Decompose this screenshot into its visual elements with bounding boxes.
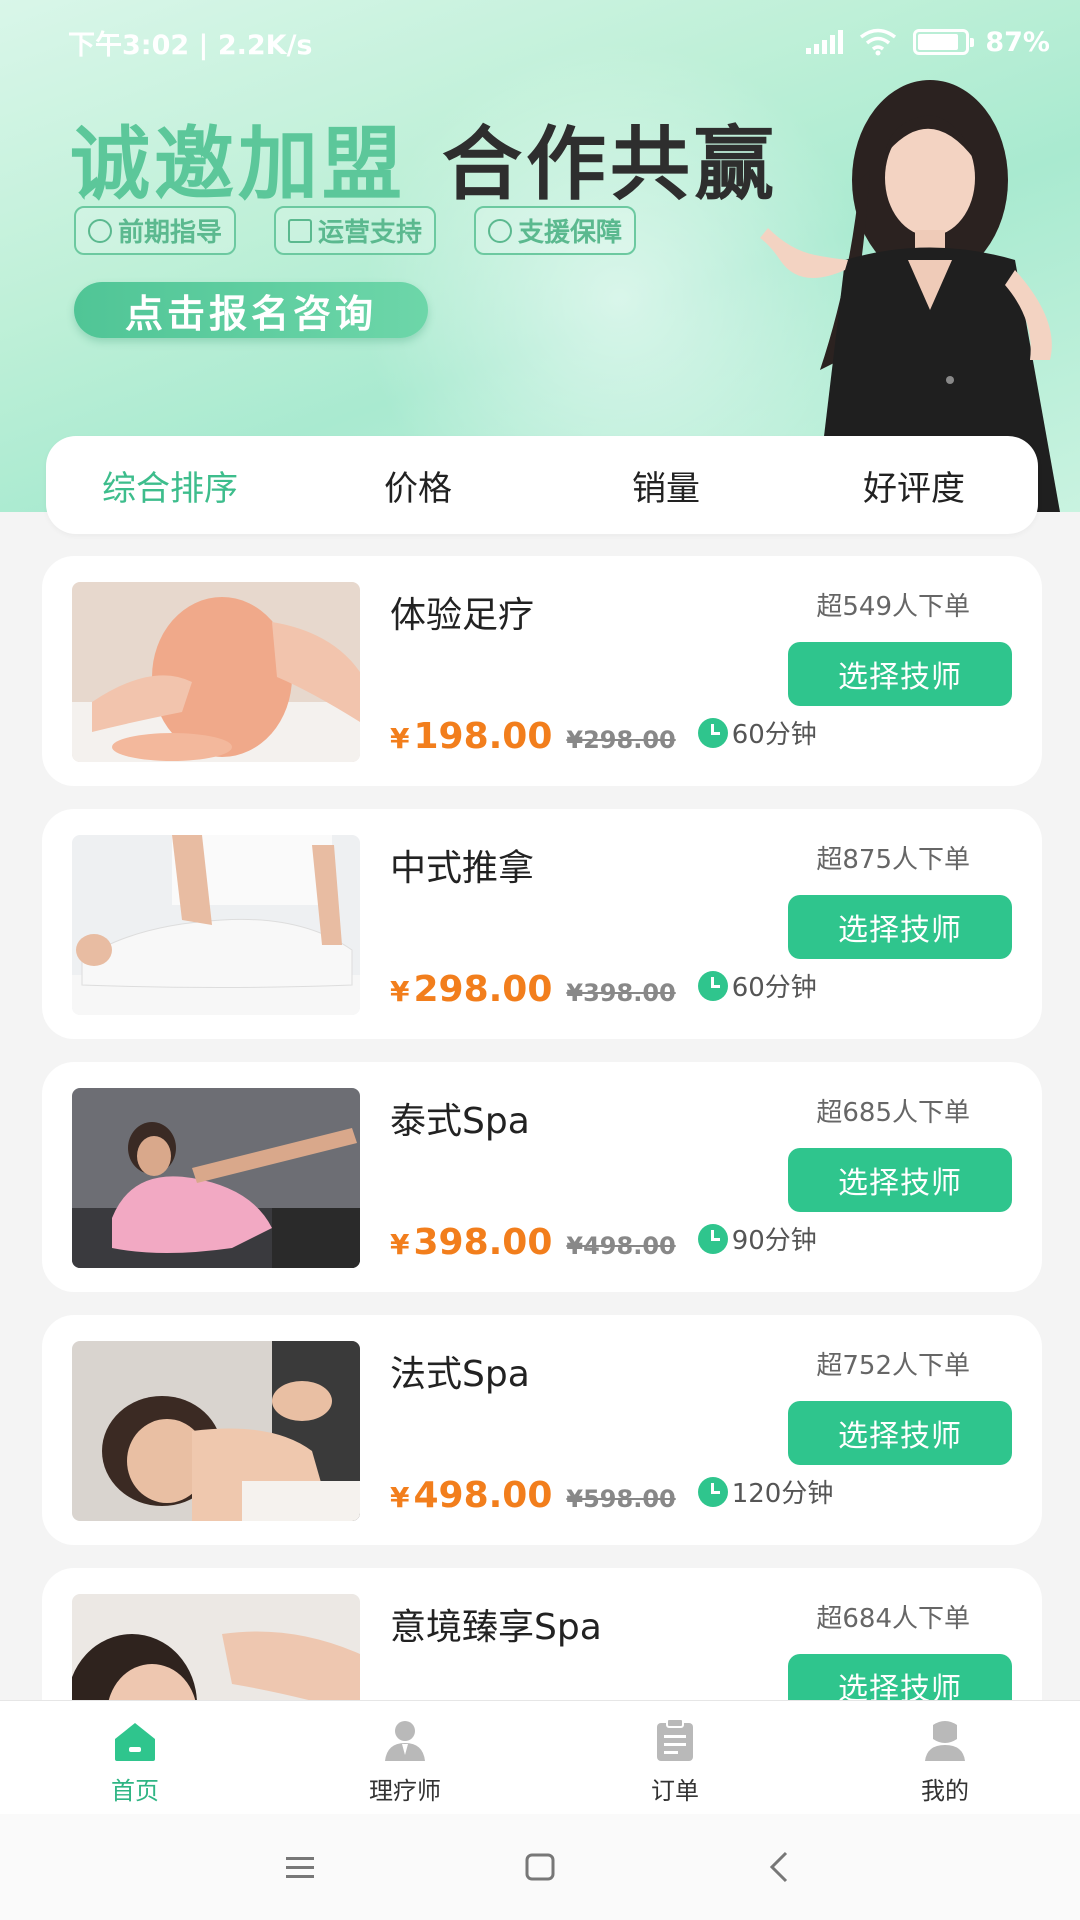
thai-spa-image (72, 1088, 360, 1268)
price: 398.00 (413, 1221, 553, 1263)
home-icon (115, 1723, 155, 1761)
sort-price[interactable]: 价格 (294, 461, 542, 510)
menu-icon[interactable] (280, 1847, 320, 1887)
duration: 90分钟 (697, 1220, 817, 1257)
choose-therapist-button[interactable]: 选择技师 (788, 1654, 1012, 1700)
sold-count: 超684人下单 (816, 1604, 970, 1634)
clock-icon (697, 970, 728, 1001)
service-name: 法式Spa (390, 1354, 530, 1395)
clock-icon (697, 717, 728, 748)
currency-symbol: ¥ (390, 721, 410, 755)
sold-count: 超549人下单 (816, 592, 970, 622)
tab-label: 理疗师 (369, 1777, 441, 1805)
sold-count: 超875人下单 (816, 845, 970, 875)
clock-icon (697, 1223, 728, 1254)
service-name: 泰式Spa (390, 1101, 530, 1142)
tag-support: 支援保障 (474, 206, 637, 255)
sold-count: 超685人下单 (816, 1098, 970, 1128)
artistic-spa-image (72, 1594, 360, 1700)
headset-icon (488, 218, 513, 243)
service-name: 体验足疗 (390, 595, 535, 636)
headline-green: 诚邀加盟 (70, 118, 406, 211)
duration: 60分钟 (697, 714, 817, 751)
banner-headline: 诚邀加盟 合作共赢 (70, 100, 778, 216)
sort-sales[interactable]: 销量 (542, 461, 790, 510)
original-price: ¥398.00 (566, 978, 676, 1007)
currency-symbol: ¥ (390, 1227, 410, 1261)
order-icon (657, 1718, 693, 1761)
price: 298.00 (413, 968, 553, 1010)
status-time-speed: 下午3:02 | 2.2K/s (68, 29, 313, 61)
therapist-icon (385, 1721, 425, 1761)
french-spa-image (72, 1341, 360, 1521)
sort-comprehensive[interactable]: 综合排序 (46, 461, 294, 510)
sold-count: 超752人下单 (816, 1351, 970, 1381)
home-square-icon[interactable] (520, 1847, 560, 1887)
tab-label: 首页 (111, 1777, 159, 1805)
profile-icon (925, 1721, 965, 1761)
tab-therapist[interactable]: 理疗师 (270, 1701, 540, 1814)
price: 198.00 (413, 715, 553, 757)
battery-icon (913, 29, 975, 55)
tab-home[interactable]: 首页 (0, 1701, 270, 1814)
status-bar: 下午3:02 | 2.2K/s 87% (68, 22, 1050, 62)
price-line: ¥ 498.00 ¥598.00 120分钟 (390, 1473, 833, 1516)
price-line: ¥ 298.00 ¥398.00 60分钟 (390, 967, 817, 1010)
price-line: ¥ 398.00 ¥498.00 90分钟 (390, 1220, 817, 1263)
service-card[interactable]: 法式Spa 超752人下单 选择技师 ¥ 498.00 ¥598.00 120分… (42, 1315, 1042, 1545)
choose-therapist-button[interactable]: 选择技师 (788, 1148, 1012, 1212)
choose-therapist-button[interactable]: 选择技师 (788, 642, 1012, 706)
clock-icon (697, 1476, 728, 1507)
duration: 60分钟 (697, 967, 817, 1004)
tab-mine[interactable]: 我的 (810, 1701, 1080, 1814)
signal-icon (806, 30, 844, 54)
tag-guidance: 前期指导 (74, 206, 237, 255)
tab-orders[interactable]: 订单 (540, 1701, 810, 1814)
tag-operation: 运营支持 (274, 206, 437, 255)
service-card[interactable]: 中式推拿 超875人下单 选择技师 ¥ 298.00 ¥398.00 60分钟 (42, 809, 1042, 1039)
foot-massage-image (72, 582, 360, 762)
choose-therapist-button[interactable]: 选择技师 (788, 1401, 1012, 1465)
service-card[interactable]: 意境臻享Spa 超684人下单 选择技师 (42, 1568, 1042, 1700)
service-name: 中式推拿 (390, 848, 535, 889)
chart-icon (288, 218, 313, 243)
back-icon[interactable] (760, 1847, 800, 1887)
battery-percent: 87% (985, 26, 1050, 58)
system-nav-bar (0, 1814, 1080, 1920)
compass-icon (88, 218, 112, 243)
sort-rating[interactable]: 好评度 (790, 461, 1038, 510)
service-card[interactable]: 泰式Spa 超685人下单 选择技师 ¥ 398.00 ¥498.00 90分钟 (42, 1062, 1042, 1292)
wifi-icon (860, 28, 897, 56)
original-price: ¥498.00 (566, 1231, 676, 1260)
currency-symbol: ¥ (390, 974, 410, 1008)
service-card[interactable]: 体验足疗 超549人下单 选择技师 ¥ 198.00 ¥298.00 60分钟 (42, 556, 1042, 786)
duration: 120分钟 (697, 1473, 833, 1510)
tab-label: 我的 (921, 1777, 969, 1805)
banner-tags: 前期指导 运营支持 支援保障 (74, 206, 637, 255)
original-price: ¥298.00 (566, 725, 676, 754)
service-name: 意境臻享Spa (390, 1607, 602, 1648)
signup-consult-button[interactable]: 点击报名咨询 (74, 282, 428, 338)
service-list: 体验足疗 超549人下单 选择技师 ¥ 198.00 ¥298.00 60分钟 … (42, 556, 1042, 1700)
currency-symbol: ¥ (390, 1480, 410, 1514)
bottom-tab-bar: 首页 理疗师 订单 我的 (0, 1700, 1080, 1814)
original-price: ¥598.00 (566, 1484, 676, 1513)
chinese-massage-image (72, 835, 360, 1015)
choose-therapist-button[interactable]: 选择技师 (788, 895, 1012, 959)
headline-dark: 合作共赢 (442, 118, 778, 211)
price: 498.00 (413, 1474, 553, 1516)
tab-label: 订单 (651, 1777, 699, 1805)
sort-bar: 综合排序 价格 销量 好评度 (46, 436, 1038, 534)
price-line: ¥ 198.00 ¥298.00 60分钟 (390, 714, 817, 757)
